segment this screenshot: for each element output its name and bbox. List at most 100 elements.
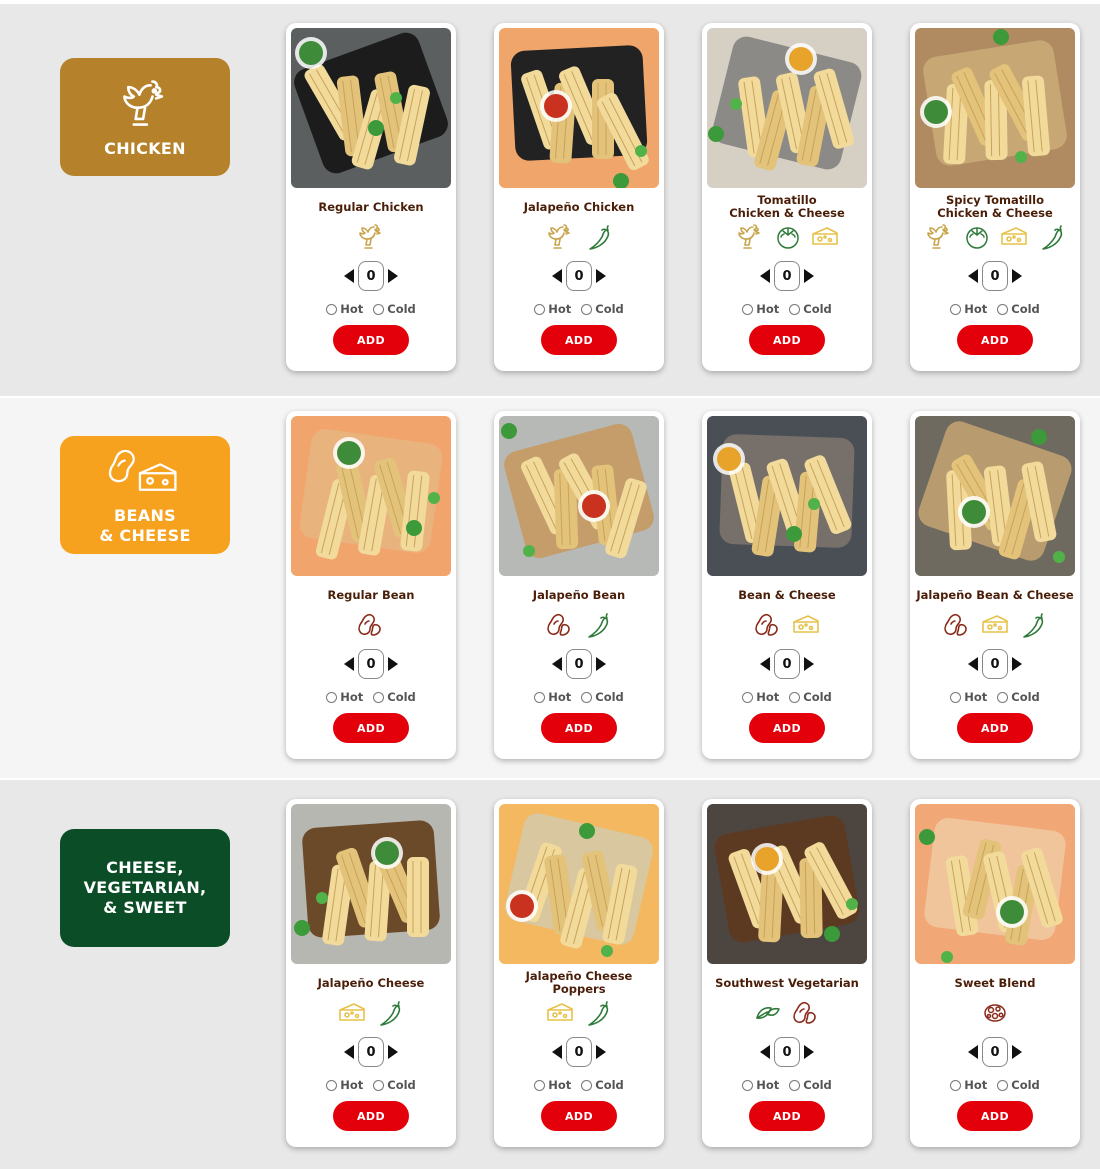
quantity-input[interactable]: 0 xyxy=(566,649,592,679)
quantity-input[interactable]: 0 xyxy=(982,1037,1008,1067)
decrement-arrow-icon[interactable] xyxy=(344,269,354,283)
quantity-input[interactable]: 0 xyxy=(982,261,1008,291)
product-photo[interactable] xyxy=(915,28,1075,188)
cold-radio-option[interactable]: Cold xyxy=(789,302,832,316)
increment-arrow-icon[interactable] xyxy=(1012,1045,1022,1059)
cold-radio[interactable] xyxy=(997,303,1009,315)
cold-radio-option[interactable]: Cold xyxy=(373,302,416,316)
hot-radio[interactable] xyxy=(326,1079,338,1091)
add-button[interactable]: ADD xyxy=(541,325,617,355)
decrement-arrow-icon[interactable] xyxy=(344,657,354,671)
decrement-arrow-icon[interactable] xyxy=(552,269,562,283)
hot-radio[interactable] xyxy=(950,1079,962,1091)
hot-radio[interactable] xyxy=(742,1079,754,1091)
decrement-arrow-icon[interactable] xyxy=(968,269,978,283)
decrement-arrow-icon[interactable] xyxy=(968,657,978,671)
product-photo[interactable] xyxy=(707,804,867,964)
hot-radio[interactable] xyxy=(534,691,546,703)
category-badge[interactable]: BEANS & CHEESE xyxy=(60,436,230,554)
add-button[interactable]: ADD xyxy=(749,1101,825,1131)
cold-radio-option[interactable]: Cold xyxy=(789,1078,832,1092)
product-photo[interactable] xyxy=(915,416,1075,576)
add-button[interactable]: ADD xyxy=(333,713,409,743)
cold-radio[interactable] xyxy=(997,1079,1009,1091)
add-button[interactable]: ADD xyxy=(957,1101,1033,1131)
increment-arrow-icon[interactable] xyxy=(804,657,814,671)
cold-radio[interactable] xyxy=(373,1079,385,1091)
decrement-arrow-icon[interactable] xyxy=(552,1045,562,1059)
cold-radio-option[interactable]: Cold xyxy=(997,302,1040,316)
hot-radio-option[interactable]: Hot xyxy=(326,1078,363,1092)
product-photo[interactable] xyxy=(291,28,451,188)
hot-radio-option[interactable]: Hot xyxy=(950,302,987,316)
cold-radio[interactable] xyxy=(581,1079,593,1091)
quantity-input[interactable]: 0 xyxy=(774,261,800,291)
decrement-arrow-icon[interactable] xyxy=(552,657,562,671)
category-badge[interactable]: CHEESE, VEGETARIAN, & SWEET xyxy=(60,829,230,947)
product-photo[interactable] xyxy=(707,416,867,576)
quantity-input[interactable]: 0 xyxy=(358,1037,384,1067)
product-photo[interactable] xyxy=(707,28,867,188)
cold-radio[interactable] xyxy=(789,691,801,703)
hot-radio[interactable] xyxy=(950,303,962,315)
increment-arrow-icon[interactable] xyxy=(388,1045,398,1059)
quantity-input[interactable]: 0 xyxy=(982,649,1008,679)
add-button[interactable]: ADD xyxy=(541,713,617,743)
add-button[interactable]: ADD xyxy=(541,1101,617,1131)
increment-arrow-icon[interactable] xyxy=(804,269,814,283)
add-button[interactable]: ADD xyxy=(957,325,1033,355)
cold-radio-option[interactable]: Cold xyxy=(997,1078,1040,1092)
decrement-arrow-icon[interactable] xyxy=(760,657,770,671)
hot-radio[interactable] xyxy=(534,1079,546,1091)
cold-radio-option[interactable]: Cold xyxy=(581,302,624,316)
cold-radio[interactable] xyxy=(789,1079,801,1091)
quantity-input[interactable]: 0 xyxy=(358,649,384,679)
hot-radio-option[interactable]: Hot xyxy=(742,302,779,316)
increment-arrow-icon[interactable] xyxy=(1012,269,1022,283)
add-button[interactable]: ADD xyxy=(333,325,409,355)
add-button[interactable]: ADD xyxy=(749,325,825,355)
decrement-arrow-icon[interactable] xyxy=(344,1045,354,1059)
product-photo[interactable] xyxy=(499,28,659,188)
product-photo[interactable] xyxy=(291,804,451,964)
hot-radio[interactable] xyxy=(950,691,962,703)
hot-radio-option[interactable]: Hot xyxy=(534,302,571,316)
quantity-input[interactable]: 0 xyxy=(774,1037,800,1067)
increment-arrow-icon[interactable] xyxy=(388,269,398,283)
decrement-arrow-icon[interactable] xyxy=(760,269,770,283)
hot-radio-option[interactable]: Hot xyxy=(326,302,363,316)
decrement-arrow-icon[interactable] xyxy=(968,1045,978,1059)
decrement-arrow-icon[interactable] xyxy=(760,1045,770,1059)
hot-radio[interactable] xyxy=(742,691,754,703)
add-button[interactable]: ADD xyxy=(333,1101,409,1131)
quantity-input[interactable]: 0 xyxy=(774,649,800,679)
cold-radio[interactable] xyxy=(789,303,801,315)
increment-arrow-icon[interactable] xyxy=(596,1045,606,1059)
add-button[interactable]: ADD xyxy=(957,713,1033,743)
hot-radio-option[interactable]: Hot xyxy=(742,1078,779,1092)
hot-radio[interactable] xyxy=(326,691,338,703)
hot-radio-option[interactable]: Hot xyxy=(326,690,363,704)
hot-radio[interactable] xyxy=(326,303,338,315)
add-button[interactable]: ADD xyxy=(749,713,825,743)
hot-radio[interactable] xyxy=(742,303,754,315)
hot-radio-option[interactable]: Hot xyxy=(534,690,571,704)
increment-arrow-icon[interactable] xyxy=(804,1045,814,1059)
cold-radio[interactable] xyxy=(581,691,593,703)
increment-arrow-icon[interactable] xyxy=(596,657,606,671)
category-badge[interactable]: CHICKEN xyxy=(60,58,230,176)
cold-radio-option[interactable]: Cold xyxy=(997,690,1040,704)
quantity-input[interactable]: 0 xyxy=(566,261,592,291)
hot-radio-option[interactable]: Hot xyxy=(742,690,779,704)
cold-radio[interactable] xyxy=(581,303,593,315)
cold-radio[interactable] xyxy=(373,691,385,703)
hot-radio-option[interactable]: Hot xyxy=(950,1078,987,1092)
cold-radio-option[interactable]: Cold xyxy=(581,690,624,704)
cold-radio[interactable] xyxy=(997,691,1009,703)
hot-radio-option[interactable]: Hot xyxy=(950,690,987,704)
cold-radio-option[interactable]: Cold xyxy=(789,690,832,704)
product-photo[interactable] xyxy=(499,416,659,576)
product-photo[interactable] xyxy=(915,804,1075,964)
increment-arrow-icon[interactable] xyxy=(1012,657,1022,671)
cold-radio[interactable] xyxy=(373,303,385,315)
